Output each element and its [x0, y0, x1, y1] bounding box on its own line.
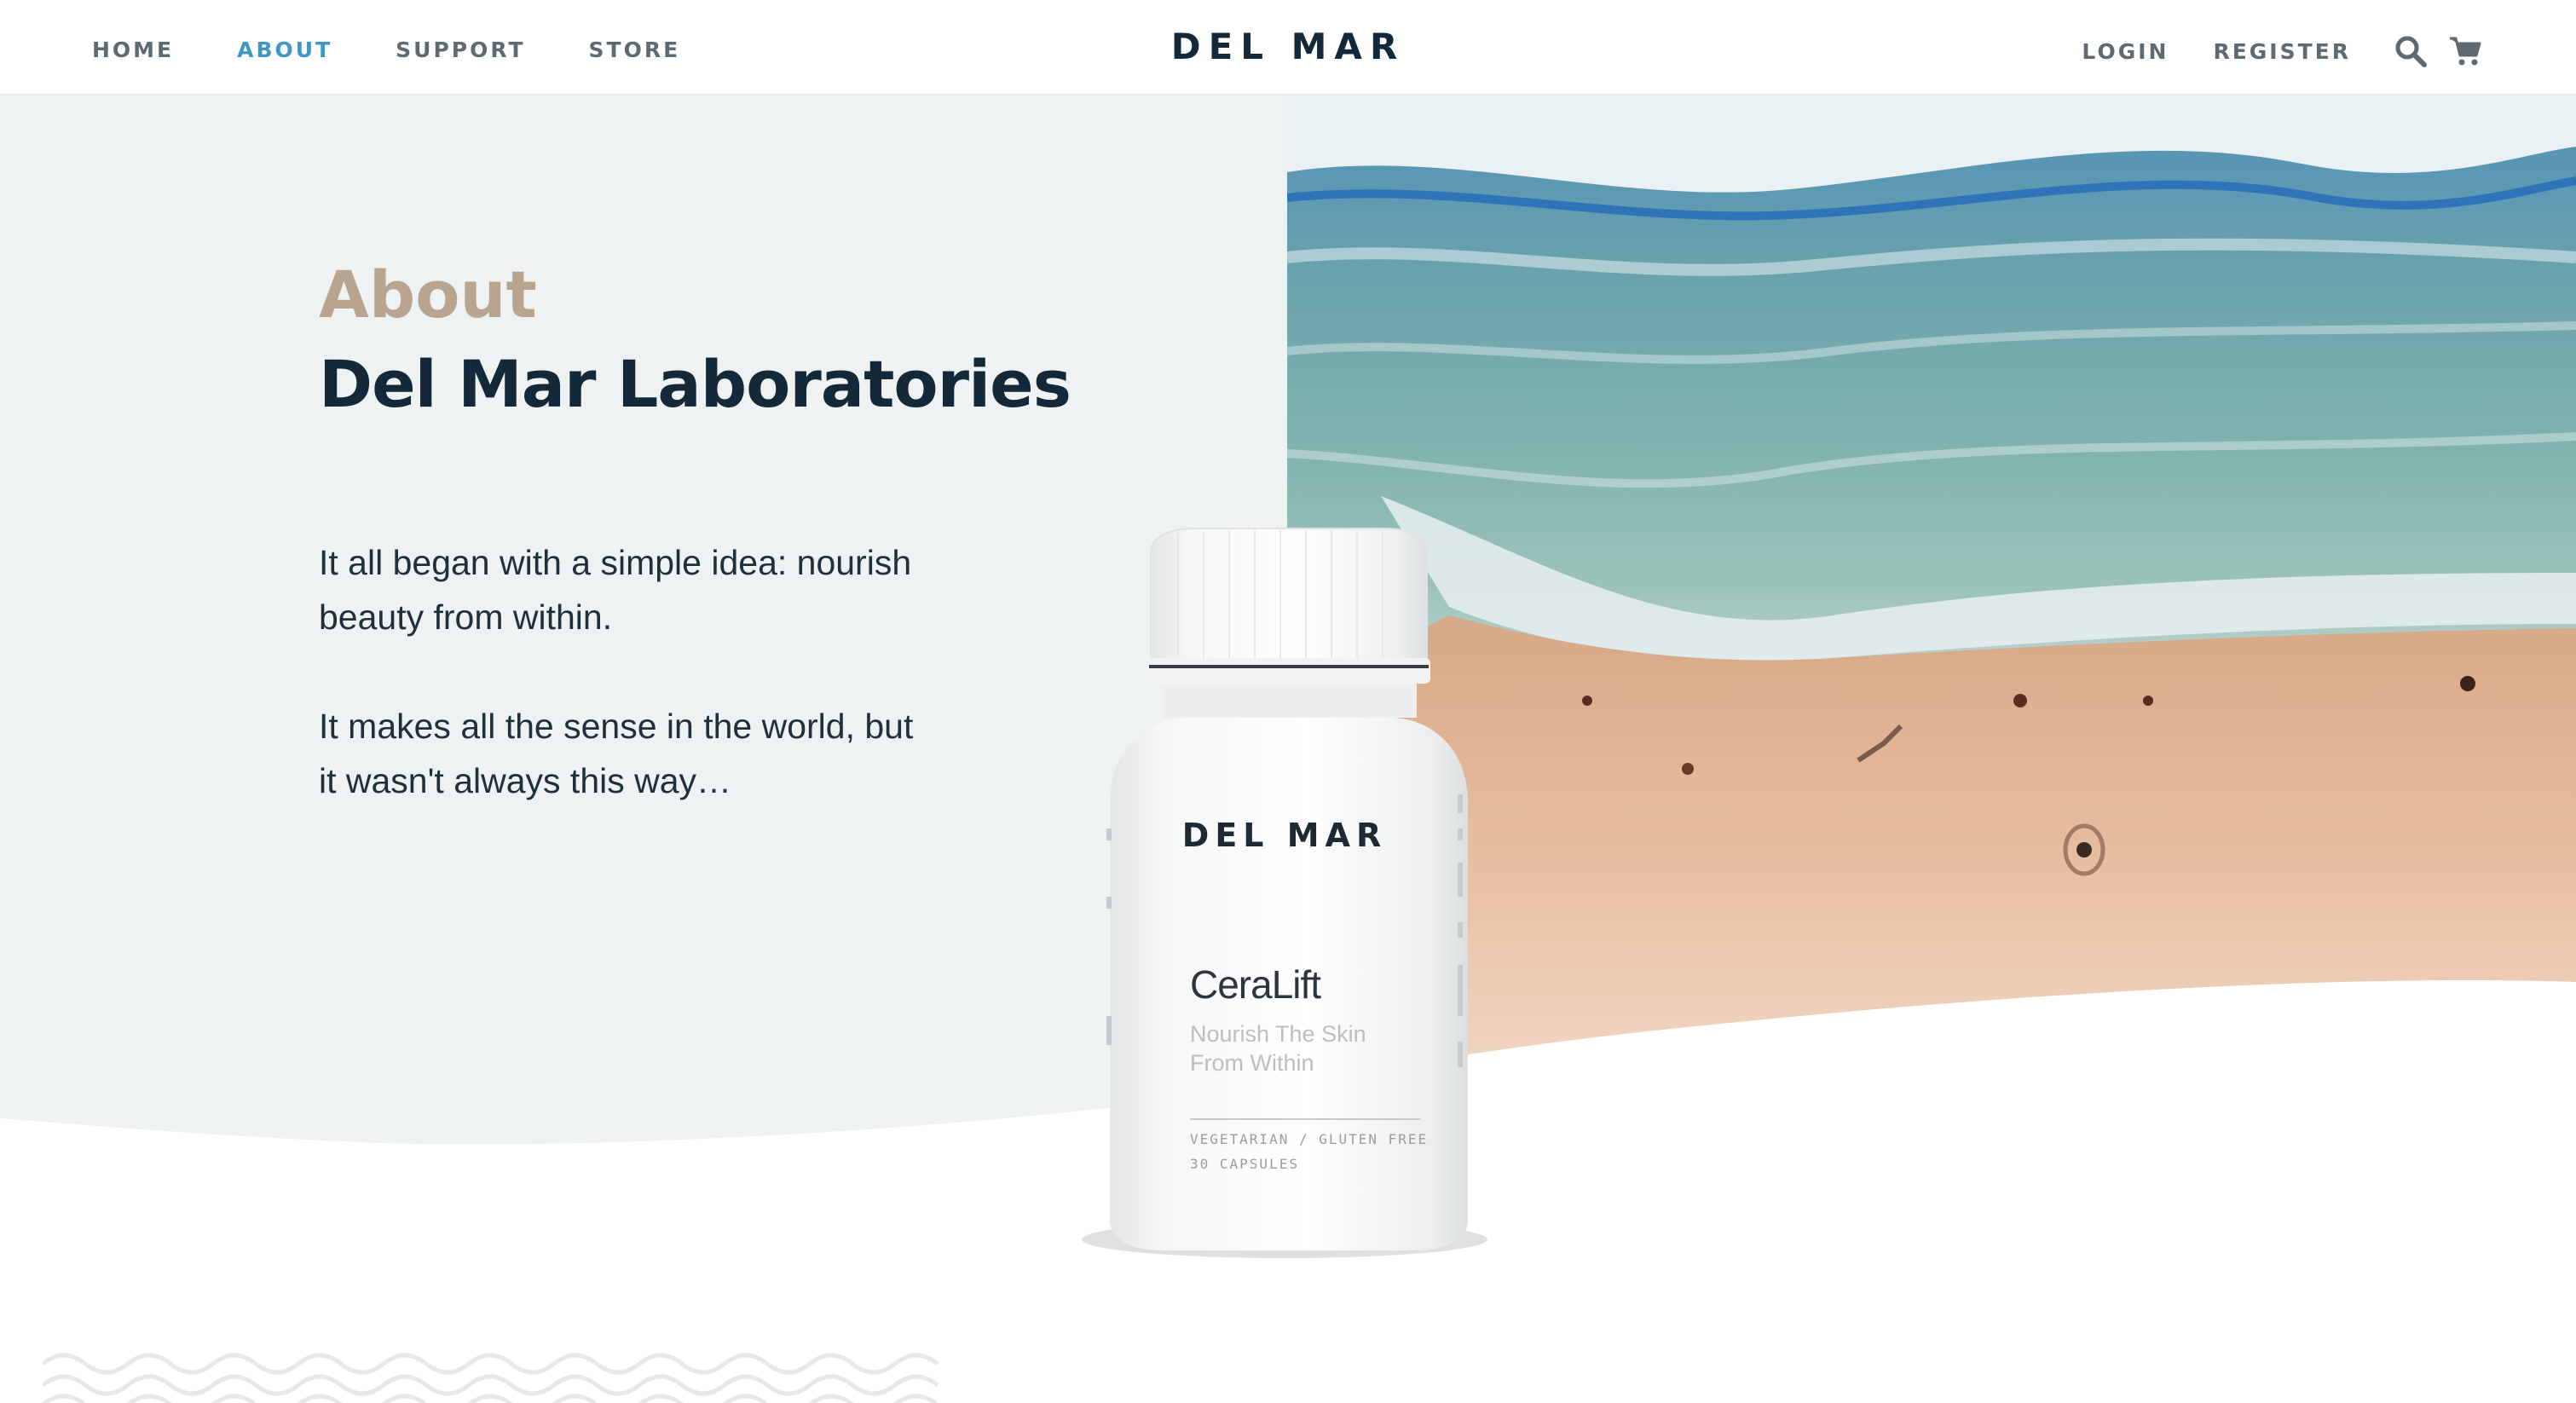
account-nav: LOGIN REGISTER: [2037, 0, 2484, 102]
login-link[interactable]: LOGIN: [2082, 39, 2169, 64]
register-link[interactable]: REGISTER: [2213, 39, 2351, 64]
hero-eyebrow: About: [319, 257, 537, 332]
hero-paragraph-2: It makes all the sense in the world, but…: [319, 707, 914, 800]
bottle-fine-print: VEGETARIAN / GLUTEN FREE 30 CAPSULES: [1190, 1127, 1437, 1176]
bottle-detail-count: 30 CAPSULES: [1190, 1156, 1299, 1172]
hero-heading: About Del Mar Laboratories: [319, 252, 1086, 431]
bottle-detail-diet: VEGETARIAN / GLUTEN FREE: [1190, 1131, 1429, 1147]
wave-pattern-decoration: [43, 1353, 939, 1403]
bottle-label-divider: [1190, 1118, 1420, 1120]
hero-title: Del Mar Laboratories: [319, 346, 1071, 422]
site-header: HOME ABOUT SUPPORT STORE DEL MAR LOGIN R…: [0, 0, 2576, 95]
brand-logo[interactable]: DEL MAR: [1171, 26, 1406, 67]
hero-paragraph-1: It all began with a simple idea: nourish…: [319, 543, 912, 637]
bottle-tagline: Nourish The Skin From Within: [1190, 1021, 1366, 1076]
bottle-brand: DEL MAR: [1181, 817, 1388, 854]
about-page: HOME ABOUT SUPPORT STORE DEL MAR LOGIN R…: [0, 0, 2576, 1403]
cart-icon[interactable]: [2446, 32, 2484, 70]
search-icon[interactable]: [2392, 32, 2429, 70]
bottle-product-name: CeraLift: [1190, 962, 1321, 1007]
